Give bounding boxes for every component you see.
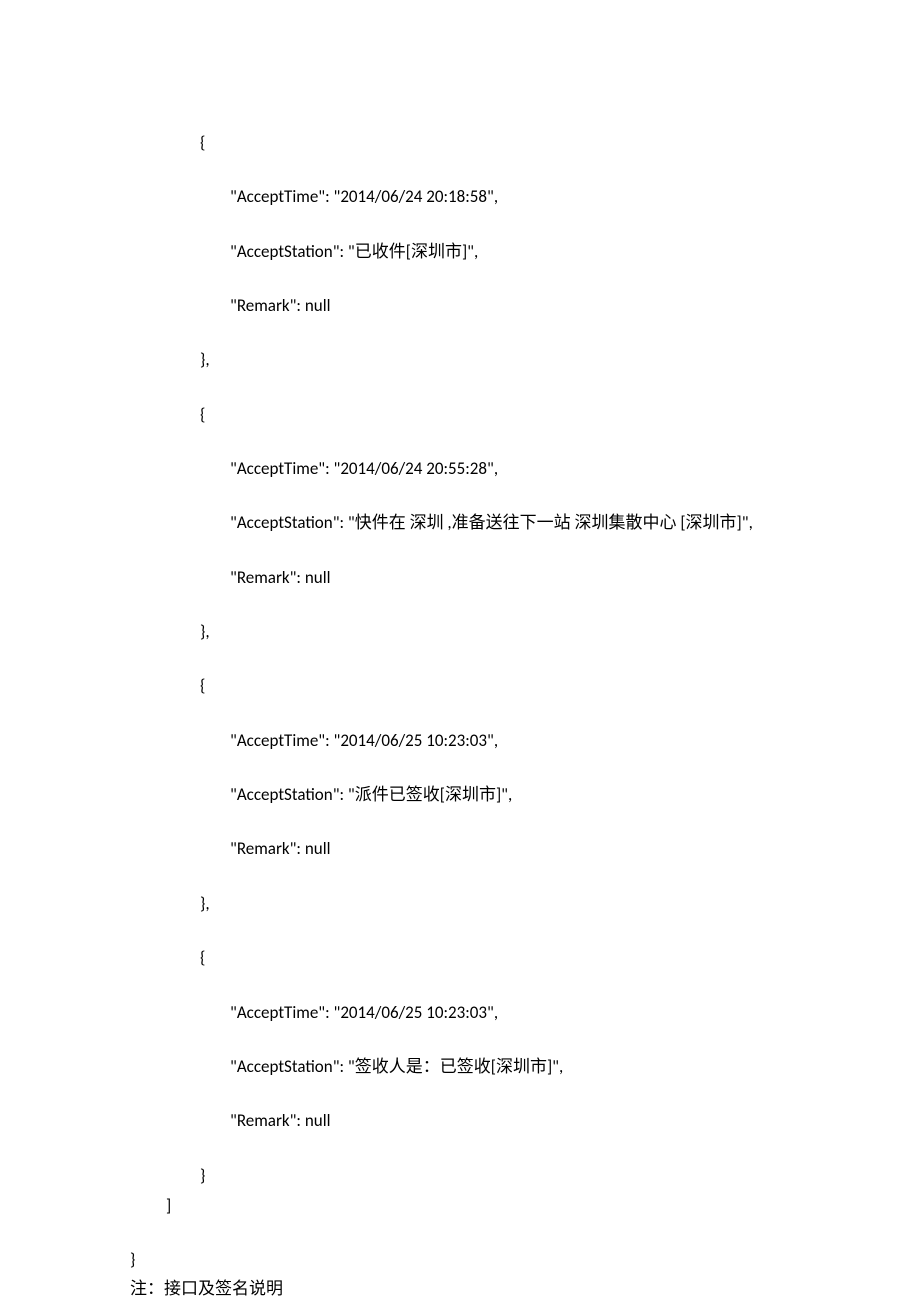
- close-bracket: ]: [130, 1193, 860, 1219]
- val-remark-1: null: [305, 567, 331, 588]
- json-code-block: { "AcceptTime": "2014/06/24 20:18:58", "…: [130, 130, 860, 1274]
- val-remark-0: null: [305, 295, 331, 316]
- kv-remark: "Remark": null: [130, 1108, 860, 1134]
- kv-accepttime: "AcceptTime": "2014/06/25 10:23:03",: [130, 728, 860, 754]
- kv-accepttime: "AcceptTime": "2014/06/24 20:55:28",: [130, 456, 860, 482]
- kv-remark: "Remark": null: [130, 565, 860, 591]
- close-brace-comma: },: [130, 891, 860, 917]
- val-remark-2: null: [305, 838, 331, 859]
- open-brace: {: [130, 673, 860, 699]
- key-remark: Remark: [237, 295, 290, 316]
- kv-remark: "Remark": null: [130, 293, 860, 319]
- key-remark: Remark: [237, 567, 290, 588]
- key-acceptstation: AcceptStation: [237, 784, 333, 805]
- val-accepttime-1: 2014/06/24 20:55:28: [340, 458, 487, 479]
- val-accepttime-2: 2014/06/25 10:23:03: [340, 730, 487, 751]
- val-acceptstation-2: 派件已签收[深圳市]: [355, 784, 501, 805]
- close-brace: }: [130, 1163, 860, 1189]
- key-remark: Remark: [237, 1110, 290, 1131]
- val-acceptstation-1: 快件在 深圳 ,准备送往下一站 深圳集散中心 [深圳市]: [355, 512, 742, 533]
- note-text: 注：接口及签名说明: [130, 1276, 860, 1302]
- close-brace-comma: },: [130, 619, 860, 645]
- close-brace-comma: },: [130, 347, 860, 373]
- kv-acceptstation: "AcceptStation": "派件已签收[深圳市]",: [130, 782, 860, 808]
- key-acceptstation: AcceptStation: [237, 241, 333, 262]
- kv-accepttime: "AcceptTime": "2014/06/25 10:23:03",: [130, 1000, 860, 1026]
- key-remark: Remark: [237, 838, 290, 859]
- key-accepttime: AcceptTime: [237, 1002, 318, 1023]
- val-acceptstation-3: 签收人是：已签收[深圳市]: [355, 1056, 552, 1077]
- val-remark-3: null: [305, 1110, 331, 1131]
- kv-acceptstation: "AcceptStation": "签收人是：已签收[深圳市]",: [130, 1054, 860, 1080]
- key-accepttime: AcceptTime: [237, 458, 318, 479]
- kv-acceptstation: "AcceptStation": "已收件[深圳市]",: [130, 239, 860, 265]
- val-accepttime-0: 2014/06/24 20:18:58: [340, 186, 487, 207]
- open-brace: {: [130, 130, 860, 156]
- val-acceptstation-0: 已收件[深圳市]: [355, 241, 467, 262]
- key-accepttime: AcceptTime: [237, 730, 318, 751]
- kv-acceptstation: "AcceptStation": "快件在 深圳 ,准备送往下一站 深圳集散中心…: [130, 510, 860, 536]
- val-accepttime-3: 2014/06/25 10:23:03: [340, 1002, 487, 1023]
- close-brace: }: [130, 1247, 860, 1273]
- kv-remark: "Remark": null: [130, 836, 860, 862]
- key-acceptstation: AcceptStation: [237, 512, 333, 533]
- key-accepttime: AcceptTime: [237, 186, 318, 207]
- open-brace: {: [130, 402, 860, 428]
- key-acceptstation: AcceptStation: [237, 1056, 333, 1077]
- open-brace: {: [130, 945, 860, 971]
- kv-accepttime: "AcceptTime": "2014/06/24 20:18:58",: [130, 184, 860, 210]
